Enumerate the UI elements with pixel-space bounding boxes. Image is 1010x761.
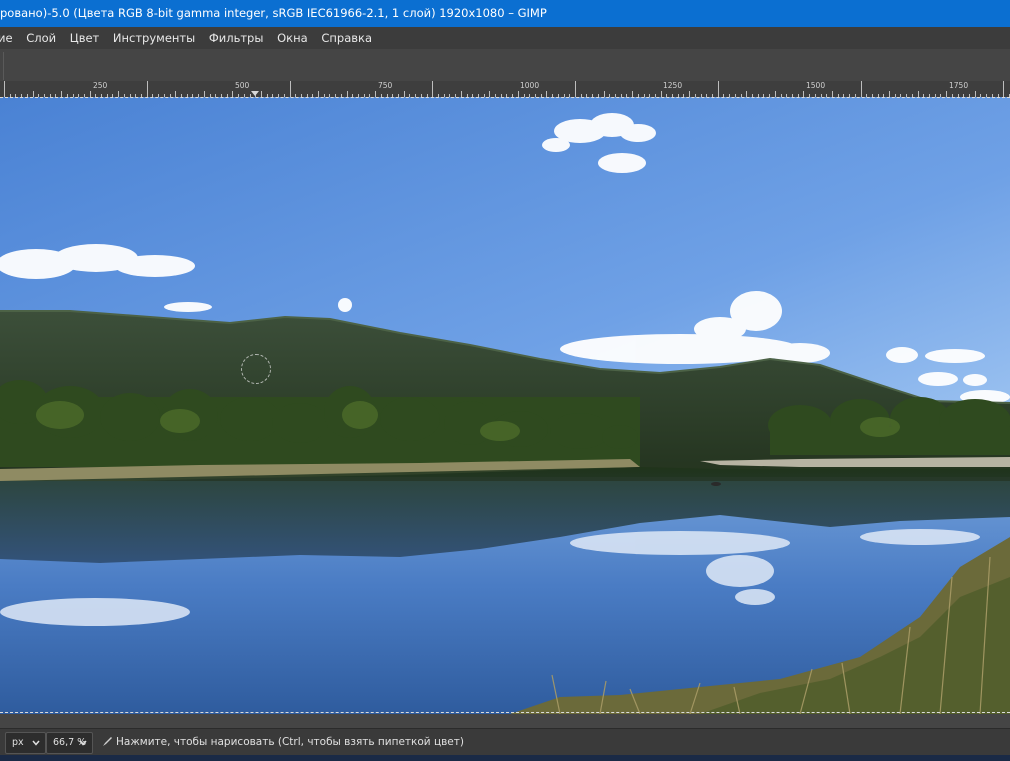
menu-help[interactable]: Справка [317,27,376,49]
unit-value: px [12,737,24,748]
status-bar: px 66,7 % Нажмите, чтобы нарисовать (Ctr… [0,728,1010,756]
image-canvas[interactable] [0,97,1010,714]
menu-tools[interactable]: Инструменты [109,27,199,49]
unit-select[interactable]: px [5,732,46,754]
menu-color[interactable]: Цвет [66,27,103,49]
menu-layer[interactable]: Слой [22,27,60,49]
menu-edit[interactable]: ие [0,27,17,49]
status-message: Нажмите, чтобы нарисовать (Ctrl, чтобы в… [102,729,464,756]
selection-border-top [0,97,1010,98]
ruler-label: 1250 [663,81,683,90]
ruler-label: 1750 [949,81,969,90]
title-bar: ровано)-5.0 (Цвета RGB 8-bit gamma integ… [0,0,1010,27]
image-tab-area [0,49,1010,81]
boat [711,482,721,486]
tab-separator [0,52,4,80]
window-title: ровано)-5.0 (Цвета RGB 8-bit gamma integ… [0,6,547,20]
menu-bar: ие Слой Цвет Инструменты Фильтры Окна Сп… [0,27,1010,49]
ruler-label: 1000 [520,81,540,90]
taskbar-edge [0,755,1010,761]
paintbrush-icon [103,737,112,746]
canvas-padding [0,714,1010,728]
ruler-label: 250 [93,81,108,90]
zoom-select[interactable]: 66,7 % [46,732,93,754]
status-text: Нажмите, чтобы нарисовать (Ctrl, чтобы в… [116,736,464,748]
menu-windows[interactable]: Окна [273,27,312,49]
chevron-down-icon [32,740,40,746]
ruler-pointer-marker [251,91,259,96]
ruler-label: 500 [235,81,250,90]
landscape-photo [0,97,1010,714]
ruler-label: 1500 [806,81,826,90]
brush-cursor-outline [241,354,271,384]
ruler-ticks [4,81,1010,97]
menu-filters[interactable]: Фильтры [205,27,268,49]
chevron-down-icon [79,740,87,746]
ruler-label: 750 [378,81,393,90]
selection-border-bottom [0,712,1010,713]
horizontal-ruler[interactable]: 250 500 750 1000 1250 1500 1750 [0,81,1010,98]
